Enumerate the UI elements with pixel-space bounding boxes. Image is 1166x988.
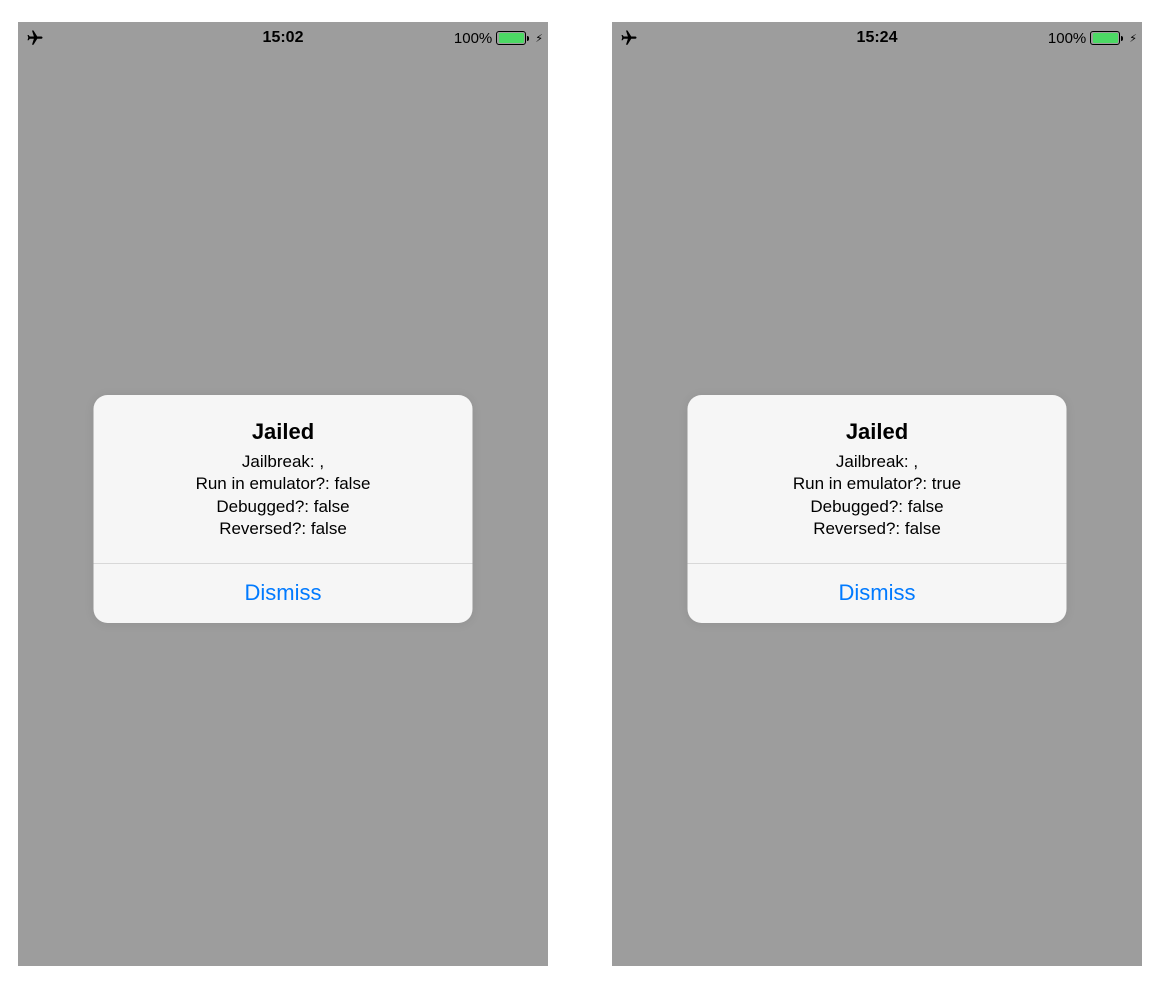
status-left bbox=[26, 29, 44, 47]
battery-icon bbox=[496, 31, 529, 45]
status-time: 15:02 bbox=[263, 29, 304, 47]
alert-line-debugged: Debugged?: false bbox=[114, 496, 453, 518]
airplane-mode-icon bbox=[620, 29, 638, 47]
alert-content: Jailed Jailbreak: , Run in emulator?: fa… bbox=[94, 395, 473, 563]
alert-content: Jailed Jailbreak: , Run in emulator?: tr… bbox=[688, 395, 1067, 563]
battery-icon bbox=[1090, 31, 1123, 45]
status-right: 100% ⚡︎ bbox=[1048, 30, 1137, 47]
alert-body: Jailbreak: , Run in emulator?: true Debu… bbox=[708, 451, 1047, 541]
alert-line-emulator: Run in emulator?: false bbox=[114, 473, 453, 495]
alert-title: Jailed bbox=[114, 419, 453, 445]
alert-line-reversed: Reversed?: false bbox=[114, 518, 453, 540]
alert-line-reversed: Reversed?: false bbox=[708, 518, 1047, 540]
dismiss-button[interactable]: Dismiss bbox=[688, 564, 1067, 623]
alert-body: Jailbreak: , Run in emulator?: false Deb… bbox=[114, 451, 453, 541]
battery-percent: 100% bbox=[454, 30, 492, 47]
alert-line-jailbreak: Jailbreak: , bbox=[114, 451, 453, 473]
status-right: 100% ⚡︎ bbox=[454, 30, 543, 47]
alert-line-emulator: Run in emulator?: true bbox=[708, 473, 1047, 495]
status-bar: 15:24 100% ⚡︎ bbox=[612, 22, 1142, 54]
alert-dialog: Jailed Jailbreak: , Run in emulator?: tr… bbox=[688, 395, 1067, 623]
battery-percent: 100% bbox=[1048, 30, 1086, 47]
status-time: 15:24 bbox=[857, 29, 898, 47]
alert-line-jailbreak: Jailbreak: , bbox=[708, 451, 1047, 473]
dismiss-button[interactable]: Dismiss bbox=[94, 564, 473, 623]
alert-dialog: Jailed Jailbreak: , Run in emulator?: fa… bbox=[94, 395, 473, 623]
alert-line-debugged: Debugged?: false bbox=[708, 496, 1047, 518]
phone-screen-left: 15:02 100% ⚡︎ Jailed Jailbreak: , Run in… bbox=[18, 22, 548, 966]
phone-screen-right: 15:24 100% ⚡︎ Jailed Jailbreak: , Run in… bbox=[612, 22, 1142, 966]
charging-icon: ⚡︎ bbox=[535, 32, 543, 45]
airplane-mode-icon bbox=[26, 29, 44, 47]
alert-title: Jailed bbox=[708, 419, 1047, 445]
charging-icon: ⚡︎ bbox=[1129, 32, 1137, 45]
status-bar: 15:02 100% ⚡︎ bbox=[18, 22, 548, 54]
status-left bbox=[620, 29, 638, 47]
